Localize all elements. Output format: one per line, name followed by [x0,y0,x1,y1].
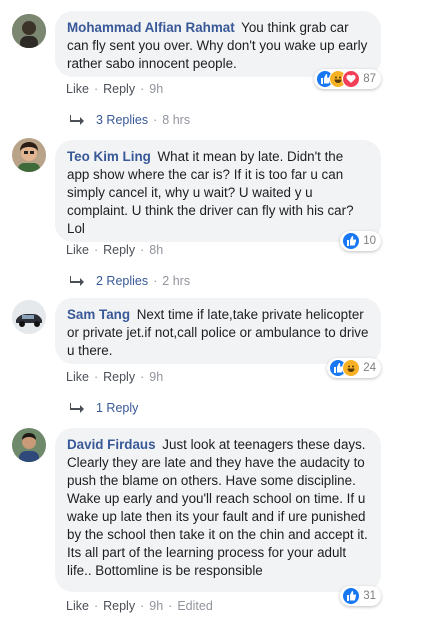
like-icon [342,232,361,250]
comment-timestamp[interactable]: 9h [149,370,163,384]
like-icon [342,587,361,605]
separator-dot: · [140,599,145,613]
comment-actions: Like · Reply · 9h [66,82,163,96]
separator-dot: · [140,82,145,96]
comment-author[interactable]: Sam Tang [67,307,130,322]
separator-dot: · [153,274,158,288]
reply-link[interactable]: Reply [103,82,135,96]
separator-dot: · [93,370,99,384]
replies-count-link[interactable]: 1 Reply [96,401,138,415]
comment-author[interactable]: Mohammad Alfian Rahmat [67,20,235,35]
like-link[interactable]: Like [66,599,89,613]
separator-dot: · [93,599,99,613]
comment-author[interactable]: Teo Kim Ling [67,149,151,164]
avatar[interactable] [12,14,46,48]
view-replies[interactable]: 3 Replies · 8 hrs [70,112,190,128]
comment-bubble: David Firdaus Just look at teenagers the… [55,428,381,592]
comment-author[interactable]: David Firdaus [67,437,156,452]
avatar[interactable] [12,428,46,462]
separator-dot: · [168,599,173,613]
comment-bubble: Teo Kim Ling What it mean by late. Didn'… [55,140,381,242]
separator-dot: · [140,243,145,257]
reply-link[interactable]: Reply [103,370,135,384]
view-replies[interactable]: 2 Replies · 2 hrs [70,273,190,289]
comment-timestamp[interactable]: 8h [149,243,163,257]
like-link[interactable]: Like [66,243,89,257]
like-link[interactable]: Like [66,370,89,384]
comment: Teo Kim Ling What it mean by late. Didn'… [0,130,421,290]
reaction-summary[interactable]: 87 [314,69,381,89]
separator-dot: · [153,113,158,127]
separator-dot: · [93,243,99,257]
reaction-count: 10 [363,235,376,247]
edited-label[interactable]: Edited [177,599,212,613]
like-link[interactable]: Like [66,82,89,96]
replies-count-link[interactable]: 2 Replies [96,274,148,288]
separator-dot: · [93,82,99,96]
replies-timestamp: 8 hrs [162,113,191,127]
comment: Mohammad Alfian Rahmat You think grab ca… [0,0,421,127]
comment-actions: Like · Reply · 9h · Edited [66,599,213,613]
love-icon [342,70,361,88]
reply-arrow-icon [70,273,84,289]
reaction-summary[interactable]: 10 [340,231,381,251]
comment-text: Just look at teenagers these days. Clear… [67,437,368,578]
comment-timestamp[interactable]: 9h [149,82,163,96]
comment-actions: Like · Reply · 8h [66,243,163,257]
haha-icon [342,359,361,377]
reply-link[interactable]: Reply [103,599,135,613]
reply-arrow-icon [70,112,84,128]
replies-timestamp: 2 hrs [162,274,191,288]
reply-arrow-icon [70,400,84,416]
comment: David Firdaus Just look at teenagers the… [0,420,421,624]
reaction-count: 31 [363,590,376,602]
reply-link[interactable]: Reply [103,243,135,257]
separator-dot: · [140,370,145,384]
avatar[interactable] [12,138,46,172]
view-replies[interactable]: 1 Reply [70,400,138,416]
comment-bubble: Mohammad Alfian Rahmat You think grab ca… [55,11,381,77]
reaction-summary[interactable]: 24 [327,358,381,378]
comment: Sam Tang Next time if late,take private … [0,292,421,422]
reaction-summary[interactable]: 31 [340,586,381,606]
avatar[interactable] [12,300,46,334]
comment-actions: Like · Reply · 9h [66,370,163,384]
reaction-count: 24 [363,362,376,374]
comment-bubble: Sam Tang Next time if late,take private … [55,298,381,364]
comment-timestamp[interactable]: 9h [149,599,163,613]
reaction-count: 87 [363,73,376,85]
replies-count-link[interactable]: 3 Replies [96,113,148,127]
